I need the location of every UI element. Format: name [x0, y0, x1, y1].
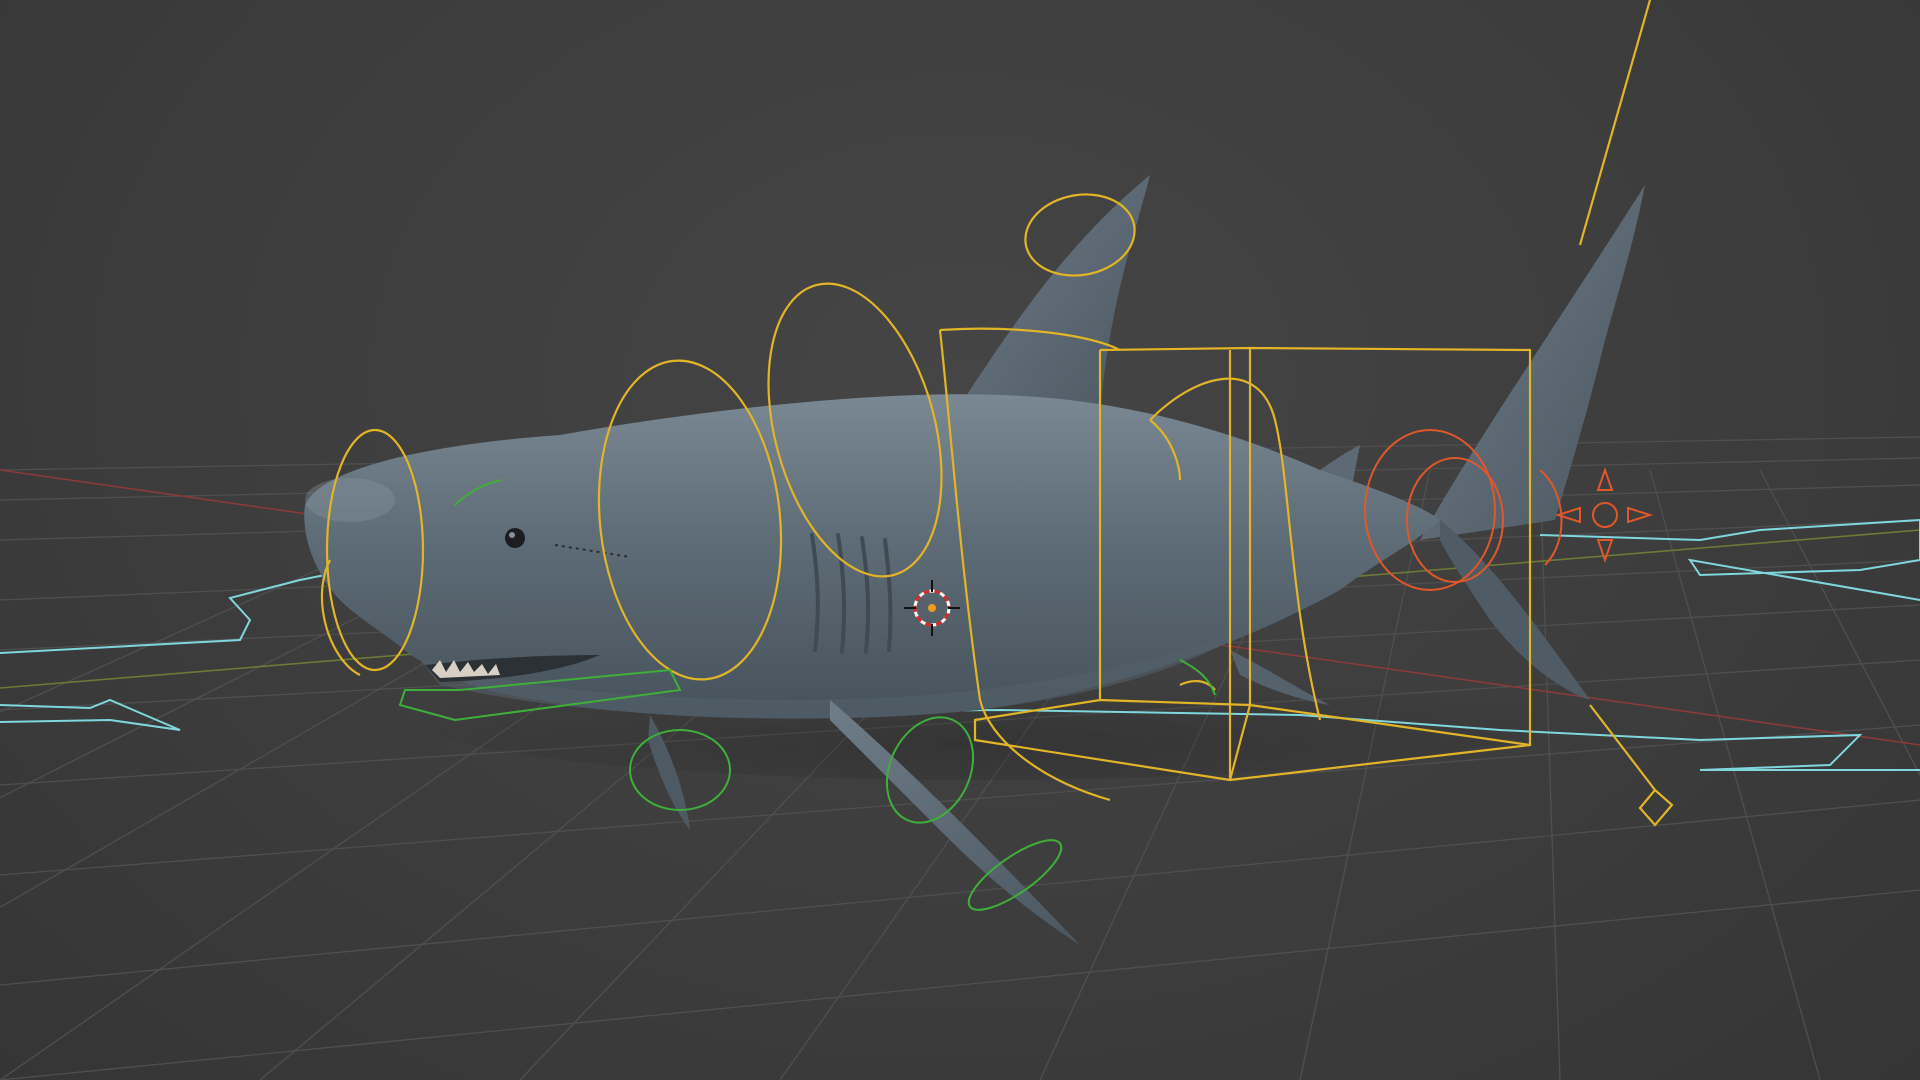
dorsal-fin — [950, 175, 1150, 430]
ik-target-line[interactable] — [1589, 704, 1656, 791]
ik-target-diamond[interactable] — [1638, 788, 1674, 827]
tail-gizmo-arrow-up[interactable] — [1596, 466, 1614, 491]
viewport-canvas[interactable] — [0, 0, 1920, 1080]
tail-gizmo-center[interactable] — [1592, 502, 1618, 528]
shark-mesh[interactable] — [304, 175, 1645, 945]
motion-path-right — [1539, 518, 1920, 601]
tail-gizmo-arrow-right[interactable] — [1627, 506, 1654, 524]
snout-highlight — [305, 478, 395, 522]
shark-eye — [505, 528, 525, 548]
3d-viewport[interactable] — [0, 0, 1920, 1080]
origin-dot — [928, 604, 936, 612]
tail-lower-lobe — [1440, 520, 1590, 700]
shark-eye-highlight — [509, 532, 515, 538]
